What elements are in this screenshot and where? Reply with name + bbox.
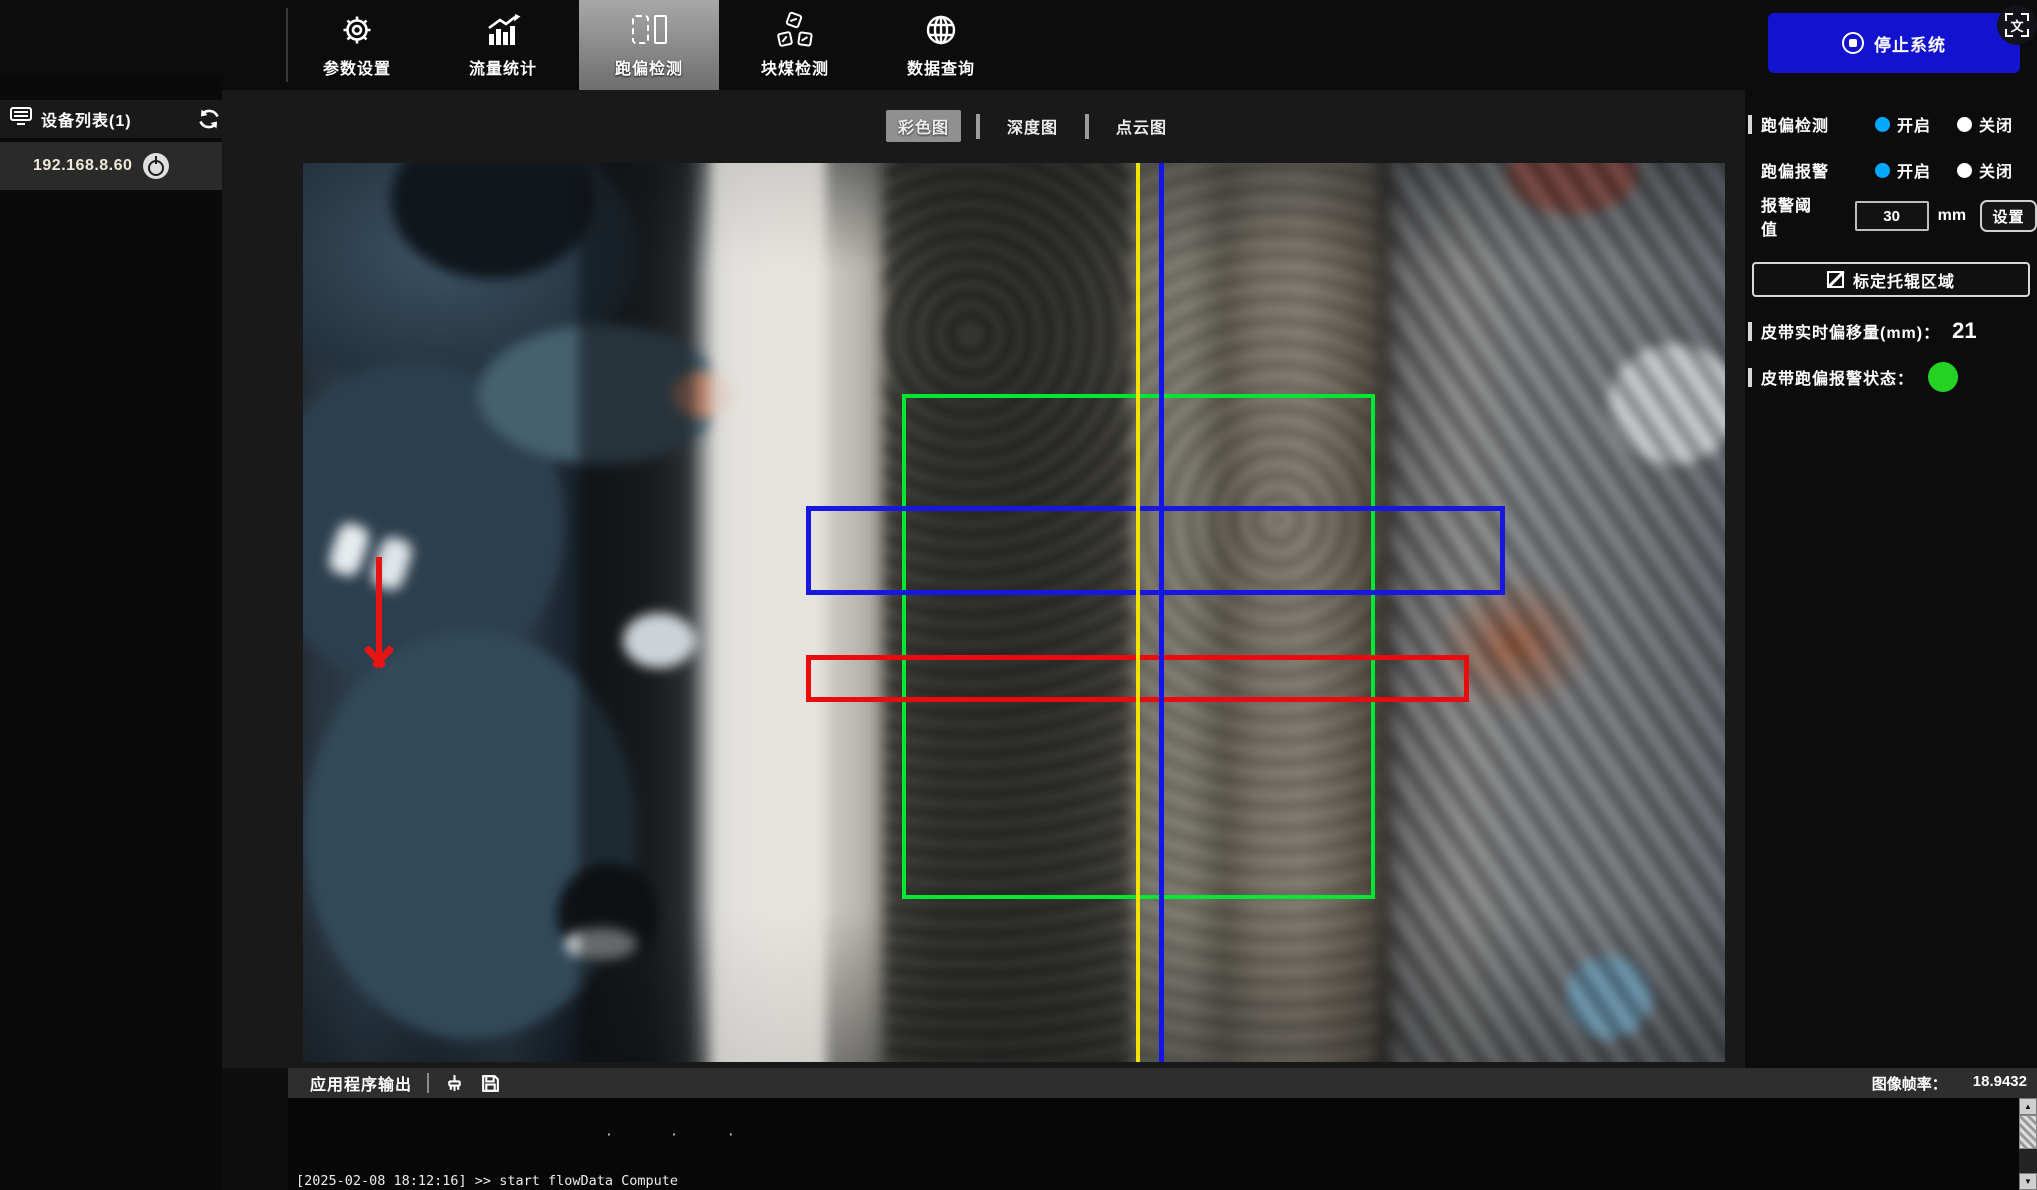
log-line: [2025-02-08 18:12:16] >> start flowData … <box>296 1173 2019 1190</box>
stop-system-button[interactable]: 停止系统 <box>1768 13 2020 73</box>
tab-label: 参数设置 <box>323 55 391 79</box>
stop-system-label: 停止系统 <box>1874 31 1946 56</box>
tab-divider <box>1085 114 1089 139</box>
divider <box>427 1073 429 1093</box>
stop-circle-icon <box>1842 32 1864 54</box>
tab-label: 数据查询 <box>907 55 975 79</box>
device-list-item[interactable]: 192.168.8.60 <box>0 142 222 190</box>
camera-viewport <box>303 163 1725 1062</box>
center-line-overlay <box>1136 163 1140 1062</box>
view-tab-bar: 彩色图 深度图 点云图 <box>886 110 1179 142</box>
deviation-rects-icon <box>632 12 667 48</box>
translate-icon[interactable]: 文 <box>1997 5 2037 45</box>
refresh-devices-button[interactable] <box>196 106 222 132</box>
accent-bar <box>1748 115 1752 134</box>
framerate-readout: 图像帧率： 18.9432 <box>1872 1073 2027 1094</box>
alarm-status-row: 皮带跑偏报警状态： <box>1748 362 1958 392</box>
deviation-detect-row: 跑偏检测 开启 关闭 <box>1748 112 2013 136</box>
scrollbar-thumb[interactable] <box>2019 1115 2037 1149</box>
device-sidebar <box>0 75 222 1190</box>
log-console[interactable]: ˙¨´`ˆ˜¯·˙¨´`ˆ˜¯·˙¨´`ˆ¯·˜˙¨´`ˆ˜¯ [2025-02… <box>288 1098 2019 1190</box>
threshold-set-button[interactable]: 设置 <box>1980 200 2037 232</box>
scroll-up-button[interactable]: ▲ <box>2019 1098 2037 1115</box>
framerate-label: 图像帧率： <box>1872 1073 1947 1094</box>
tab-depth-image[interactable]: 深度图 <box>995 110 1070 142</box>
deviation-detect-off-radio[interactable] <box>1957 117 1972 132</box>
alarm-threshold-input[interactable] <box>1855 201 1929 231</box>
toolbar-tabs: 参数设置 流量统计 跑偏检测 块煤检测 <box>287 0 1011 90</box>
tab-parameter-settings[interactable]: 参数设置 <box>287 0 427 90</box>
bar-chart-icon <box>485 12 521 48</box>
accent-bar <box>1748 322 1752 341</box>
accent-bar <box>1748 368 1752 387</box>
power-icon[interactable] <box>143 153 169 179</box>
detection-settings-panel: 跑偏检测 开启 关闭 跑偏报警 开启 关闭 报警阈值 mm 设置 标定托辊区域 … <box>1745 90 2037 1068</box>
tab-flow-statistics[interactable]: 流量统计 <box>433 0 573 90</box>
deviation-alarm-on-radio[interactable] <box>1875 163 1890 178</box>
realtime-offset-row: 皮带实时偏移量(mm)： 21 <box>1748 318 1977 344</box>
tab-data-query[interactable]: 数据查询 <box>871 0 1011 90</box>
deviation-detect-on-radio[interactable] <box>1875 117 1890 132</box>
scrollbar-track[interactable] <box>2019 1149 2037 1173</box>
tab-point-cloud[interactable]: 点云图 <box>1104 110 1179 142</box>
top-toolbar: 参数设置 流量统计 跑偏检测 块煤检测 <box>0 0 2037 90</box>
framerate-value: 18.9432 <box>1973 1073 2027 1094</box>
tab-coal-detection[interactable]: 块煤检测 <box>725 0 865 90</box>
log-scrollbar[interactable]: ▲ ▼ <box>2019 1098 2037 1190</box>
globe-icon <box>924 12 958 48</box>
deviation-alarm-row: 跑偏报警 开启 关闭 <box>1761 158 2013 182</box>
tab-divider <box>976 114 980 139</box>
realtime-offset-value: 21 <box>1952 318 1976 344</box>
deviation-alarm-off-radio[interactable] <box>1957 163 1972 178</box>
alarm-threshold-row: 报警阈值 mm 设置 <box>1761 200 2037 232</box>
coal-lumps-icon <box>777 12 813 48</box>
tab-color-image[interactable]: 彩色图 <box>886 110 961 142</box>
device-list-icon <box>10 107 32 131</box>
tab-label: 跑偏检测 <box>615 55 683 79</box>
belt-edge-line-overlay <box>1159 163 1164 1062</box>
status-badge <box>1928 362 1958 392</box>
device-ip: 192.168.8.60 <box>33 157 132 175</box>
tab-deviation-detection[interactable]: 跑偏检测 <box>579 0 719 90</box>
edit-region-icon <box>1827 271 1844 288</box>
direction-arrow-overlay <box>357 557 401 675</box>
tab-label: 流量统计 <box>469 55 537 79</box>
tab-label: 块煤检测 <box>761 55 829 79</box>
log-line-partial: ˙¨´`ˆ˜¯·˙¨´`ˆ˜¯·˙¨´`ˆ¯·˜˙¨´`ˆ˜¯ <box>296 1131 2019 1140</box>
device-list-title: 设备列表(1) <box>41 107 132 131</box>
scroll-down-button[interactable]: ▼ <box>2019 1173 2037 1190</box>
application-output-bar: 应用程序输出 图像帧率： 18.9432 <box>288 1068 2037 1098</box>
gear-icon <box>340 12 374 48</box>
roller-region-overlay <box>806 506 1504 594</box>
save-log-button[interactable] <box>480 1073 501 1094</box>
output-title: 应用程序输出 <box>310 1071 412 1095</box>
calibrate-roller-region-button[interactable]: 标定托辊区域 <box>1752 262 2030 297</box>
clear-log-button[interactable] <box>444 1073 465 1094</box>
